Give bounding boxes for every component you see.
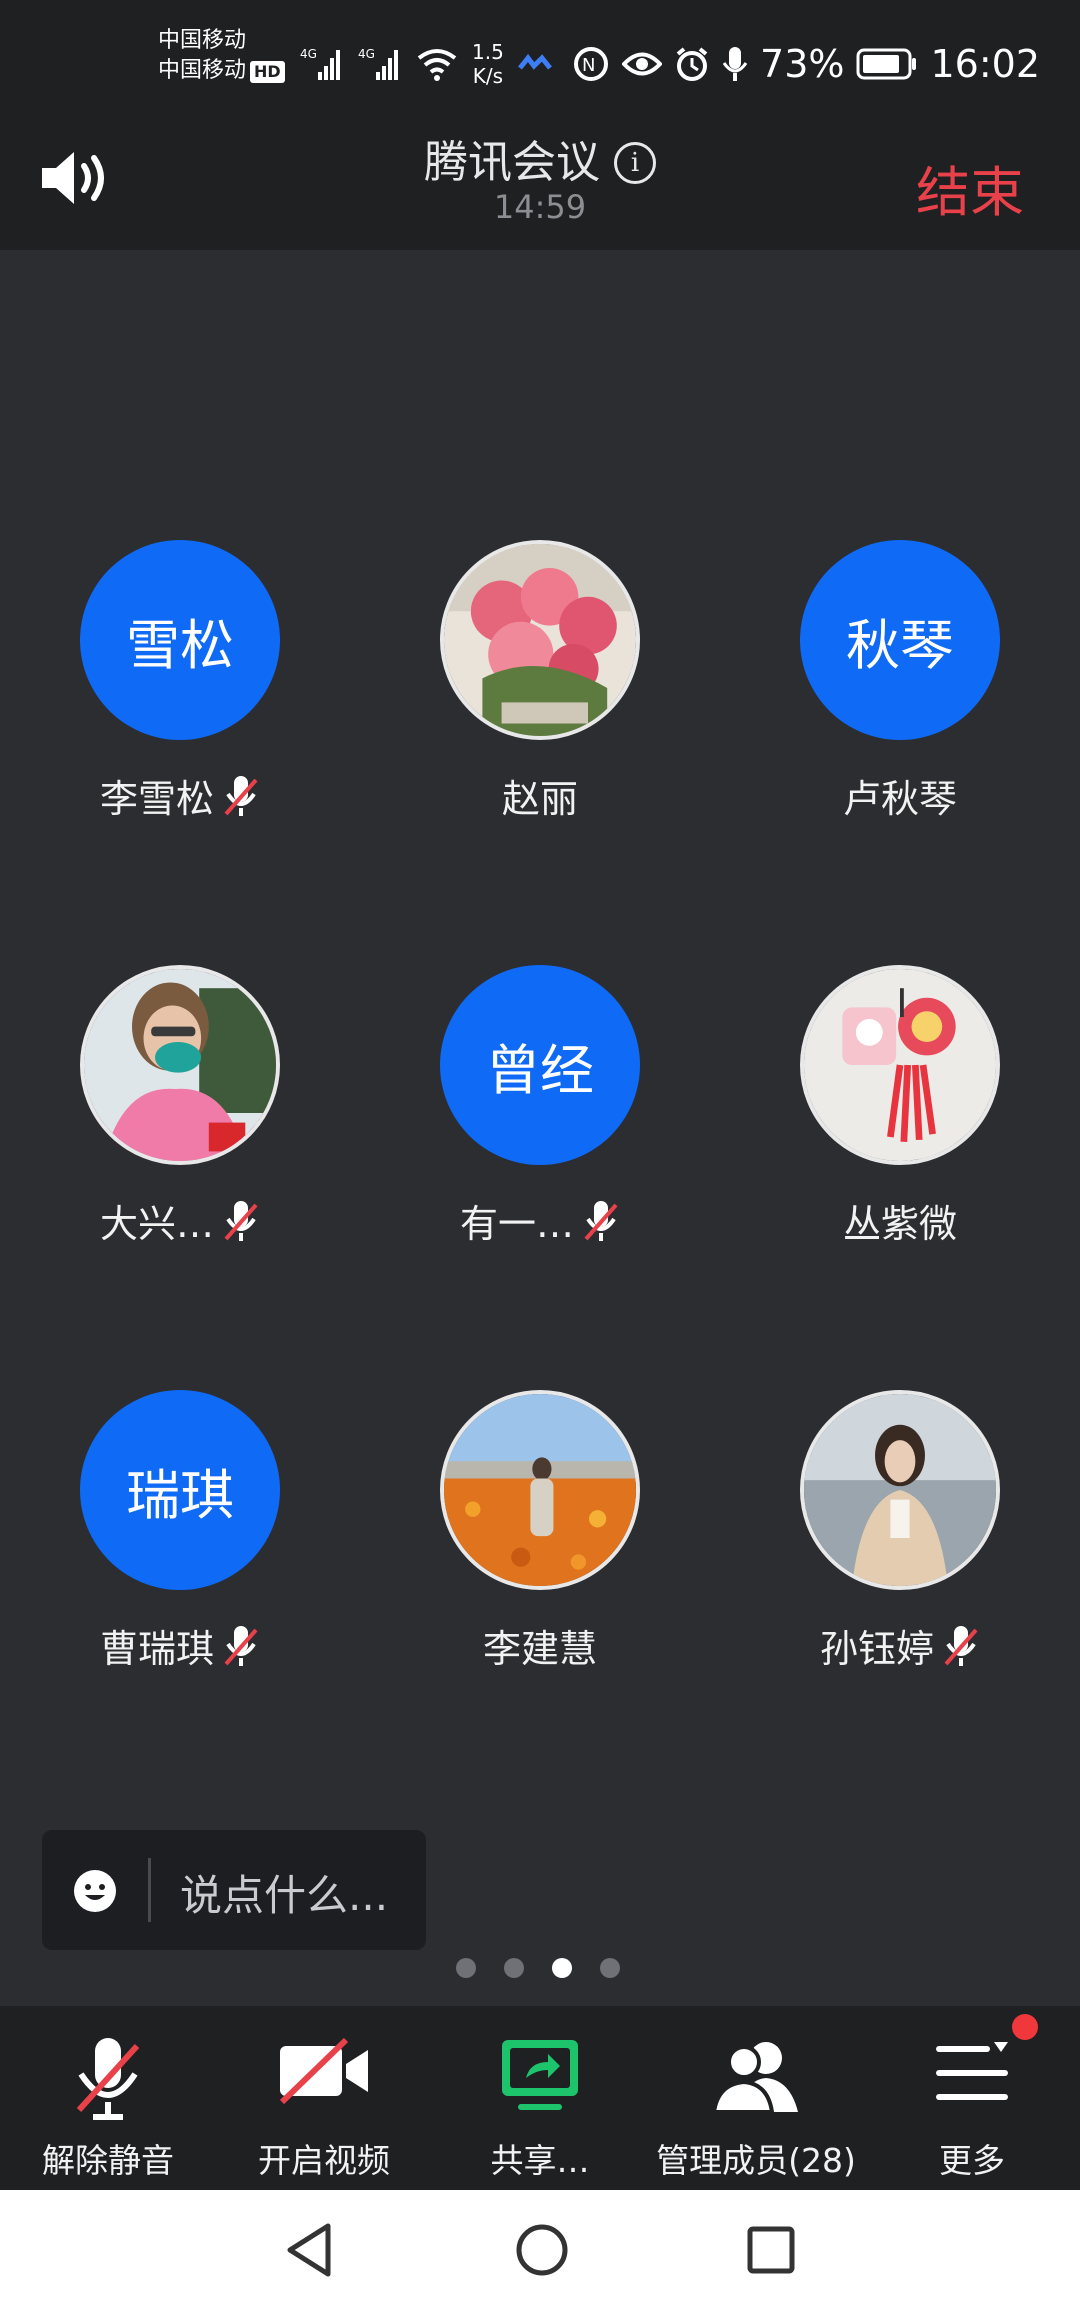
carrier-1: 中国移动 [158, 28, 247, 53]
participant-name: 曹瑞琪 [99, 1627, 214, 1671]
meeting-toolbar: 解除静音 开启视频 共享… 管理成员(28) 更多 [0, 2006, 1080, 2190]
manage-members-button[interactable]: 管理成员(28) [648, 2006, 864, 2190]
participant-name: 卢秋琴 [842, 777, 957, 821]
more-label: 更多 [939, 2141, 1005, 2180]
signal-icons: 4G 4G 1.5 K/s [300, 36, 552, 92]
more-button[interactable]: 更多 [864, 2006, 1080, 2190]
participant-name: 有一… [459, 1202, 574, 1246]
page-indicator [456, 1958, 620, 1978]
participant-name: 大兴… [99, 1202, 214, 1246]
avatar: 曾经 [440, 965, 640, 1165]
eye-icon [622, 52, 663, 76]
carrier-2: 中国移动 [158, 58, 247, 83]
svg-text:N: N [582, 55, 595, 76]
unmute-button[interactable]: 解除静音 [0, 2006, 216, 2190]
participant-tile[interactable]: 瑞琪 曹瑞琪 [0, 1390, 360, 1673]
carrier-info: 中国移动 中国移动 HD [158, 26, 285, 86]
end-meeting-button[interactable]: 结束 [916, 148, 1024, 227]
battery-icon [856, 48, 917, 80]
alarm-icon [676, 47, 708, 81]
avatar-photo-flower-field [440, 1390, 640, 1590]
avatar-photo-woman-lake [800, 1390, 1000, 1590]
status-bar: 中国移动 中国移动 HD 4G 4G 1.5 K/s N 73% 16:02 [0, 0, 1080, 120]
info-icon[interactable]: i [614, 142, 656, 184]
battery-percent: 73% [760, 42, 845, 86]
participant-name: 丛紫微 [842, 1202, 957, 1246]
manage-members-label: 管理成员(28) [656, 2141, 856, 2180]
start-video-label: 开启视频 [258, 2141, 390, 2180]
back-icon[interactable] [284, 2220, 334, 2280]
video-off-icon [279, 2037, 368, 2105]
divider [148, 1858, 151, 1922]
participant-name: 孙钰婷 [819, 1627, 934, 1671]
signal-4g-icon-2: 4G [358, 47, 398, 80]
share-label: 共享… [490, 2141, 590, 2180]
participant-tile[interactable]: 孙钰婷 [720, 1390, 1080, 1673]
svg-text:4G: 4G [300, 47, 317, 61]
home-icon[interactable] [514, 2220, 570, 2280]
start-video-button[interactable]: 开启视频 [216, 2006, 432, 2190]
clock: 16:02 [930, 42, 1040, 86]
page-dot[interactable] [600, 1958, 620, 1978]
system-nav-bar [0, 2190, 1080, 2310]
page-dot[interactable] [456, 1958, 476, 1978]
mic-off-icon [944, 1625, 978, 1666]
hd-badge: HD [250, 61, 285, 83]
members-icon [711, 2042, 798, 2114]
svg-text:4G: 4G [358, 47, 375, 61]
avatar-photo-woman-mask [80, 965, 280, 1165]
mic-status-icon [722, 47, 748, 81]
signal-4g-icon: 4G [300, 47, 340, 80]
chat-placeholder: 说点什么... [180, 1871, 389, 1920]
participant-name: 李雪松 [99, 777, 214, 821]
avatar: 秋琴 [800, 540, 1000, 740]
mic-off-icon [224, 1200, 258, 1241]
meeting-header: 腾讯会议 i 14:59 结束 [0, 120, 1080, 250]
unmute-label: 解除静音 [42, 2141, 174, 2180]
nfc-icon: N [574, 47, 609, 81]
participant-tile[interactable]: 秋琴 卢秋琴 [720, 540, 1080, 823]
net-speed: 1.5 K/s [472, 40, 504, 88]
participant-tile[interactable]: 丛紫微 [720, 965, 1080, 1248]
participant-tile[interactable]: 大兴… [0, 965, 360, 1248]
recents-icon[interactable] [744, 2220, 798, 2280]
more-menu-icon [936, 2042, 1008, 2100]
avatar: 瑞琪 [80, 1390, 280, 1590]
participant-name: 李建慧 [482, 1627, 597, 1671]
app-notification-icon [517, 54, 552, 70]
status-right: N 73% 16:02 [572, 36, 1040, 92]
mic-off-icon [224, 1625, 258, 1666]
mic-off-icon [76, 2038, 140, 2120]
avatar: 雪松 [80, 540, 280, 740]
participant-tile[interactable]: 曾经 有一… [360, 965, 720, 1248]
mic-off-icon [584, 1200, 618, 1241]
smiley-icon[interactable] [72, 1868, 118, 1914]
avatar-photo-lion-ornament [800, 965, 1000, 1165]
avatar-photo-flowers [440, 540, 640, 740]
participant-name: 赵丽 [501, 777, 578, 821]
wifi-icon [417, 49, 457, 81]
mic-off-icon [224, 775, 258, 816]
meeting-title-text: 腾讯会议 [424, 137, 600, 188]
chat-input[interactable]: 说点什么... [42, 1830, 426, 1950]
share-screen-button[interactable]: 共享… [432, 2006, 648, 2190]
notification-badge [1012, 2014, 1038, 2040]
page-dot[interactable] [504, 1958, 524, 1978]
share-screen-icon [502, 2040, 578, 2110]
participant-tile[interactable]: 雪松 李雪松 [0, 540, 360, 823]
page-dot-active[interactable] [552, 1958, 572, 1978]
participant-tile[interactable]: 李建慧 [360, 1390, 720, 1673]
participant-tile[interactable]: 赵丽 [360, 540, 720, 823]
